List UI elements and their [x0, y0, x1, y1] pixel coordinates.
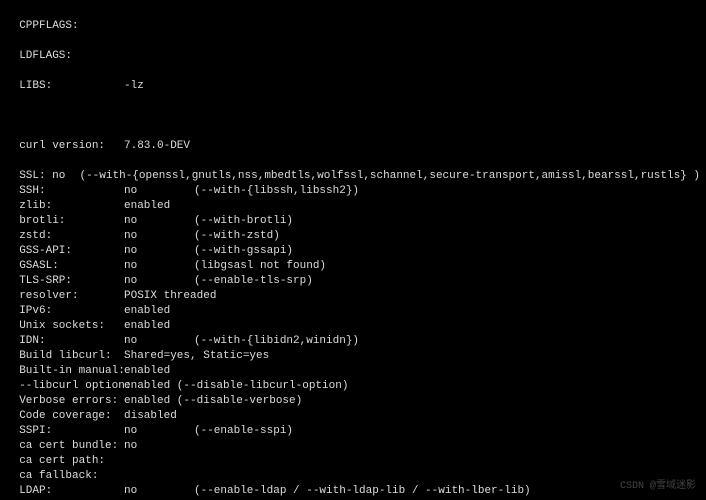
config-row: brotli:no(--with-brotli) — [6, 214, 700, 229]
config-row: SSH:no(--with-{libssh,libssh2}) — [6, 184, 700, 199]
blank-line — [6, 109, 700, 124]
hint: (--enable-sspi) — [194, 424, 293, 439]
label: SSH: — [6, 184, 124, 199]
label: --libcurl option: — [6, 379, 124, 394]
config-row: LDAP:no(--enable-ldap / --with-ldap-lib … — [6, 484, 700, 499]
hint: (--with-{libssh,libssh2}) — [194, 184, 359, 199]
line-ldflags: LDFLAGS: — [6, 49, 700, 64]
label: zstd: — [6, 229, 124, 244]
value: no — [52, 169, 79, 184]
label: TLS-SRP: — [6, 274, 124, 289]
value: no — [124, 229, 194, 244]
hint: (--enable-ldap / --with-ldap-lib / --wit… — [194, 484, 531, 499]
value — [124, 454, 194, 469]
label: brotli: — [6, 214, 124, 229]
config-row: SSL:no(--with-{openssl,gnutls,nss,mbedtl… — [6, 169, 700, 184]
label: curl version: — [6, 139, 124, 154]
value: -lz — [124, 79, 144, 94]
label: Build libcurl: — [6, 349, 124, 364]
label: Built-in manual: — [6, 364, 124, 379]
config-row: GSS-API:no(--with-gssapi) — [6, 244, 700, 259]
terminal-output: CPPFLAGS: LDFLAGS: LIBS:-lz curl version… — [0, 0, 706, 500]
label: SSPI: — [6, 424, 124, 439]
value: no — [124, 214, 194, 229]
label: SSL: — [6, 169, 52, 184]
label: ca cert path: — [6, 454, 124, 469]
value: enabled (--disable-verbose) — [124, 394, 302, 409]
line-cppflags: CPPFLAGS: — [6, 19, 700, 34]
label: IPv6: — [6, 304, 124, 319]
value: no — [124, 259, 194, 274]
label: IDN: — [6, 334, 124, 349]
hint: (--with-{libidn2,winidn}) — [194, 334, 359, 349]
config-row: resolver:POSIX threaded — [6, 289, 700, 304]
value: no — [124, 334, 194, 349]
value: enabled (--disable-libcurl-option) — [124, 379, 348, 394]
value: enabled — [124, 199, 194, 214]
label: Code coverage: — [6, 409, 124, 424]
hint: (--with-{openssl,gnutls,nss,mbedtls,wolf… — [79, 169, 700, 184]
value: enabled — [124, 304, 194, 319]
value: no — [124, 439, 194, 454]
value: no — [124, 244, 194, 259]
config-row: ca cert path: — [6, 454, 700, 469]
label: resolver: — [6, 289, 124, 304]
config-row: IDN:no(--with-{libidn2,winidn}) — [6, 334, 700, 349]
value: 7.83.0-DEV — [124, 139, 190, 154]
hint: (libgsasl not found) — [194, 259, 326, 274]
config-row: Verbose errors:enabled (--disable-verbos… — [6, 394, 700, 409]
value: no — [124, 184, 194, 199]
value: disabled — [124, 409, 194, 424]
value — [124, 469, 194, 484]
config-row: --libcurl option:enabled (--disable-libc… — [6, 379, 700, 394]
hint: (--with-gssapi) — [194, 244, 293, 259]
config-row: zlib:enabled — [6, 199, 700, 214]
label: LDAP: — [6, 484, 124, 499]
config-row: Code coverage:disabled — [6, 409, 700, 424]
config-row: IPv6:enabled — [6, 304, 700, 319]
config-row: Built-in manual:enabled — [6, 364, 700, 379]
config-row: GSASL:no(libgsasl not found) — [6, 259, 700, 274]
watermark: CSDN @雪域迷影 — [620, 479, 696, 494]
label: zlib: — [6, 199, 124, 214]
config-row: TLS-SRP:no(--enable-tls-srp) — [6, 274, 700, 289]
config-row: Build libcurl:Shared=yes, Static=yes — [6, 349, 700, 364]
label: ca cert bundle: — [6, 439, 124, 454]
line-libs: LIBS:-lz — [6, 79, 700, 94]
label: GSASL: — [6, 259, 124, 274]
value: enabled — [124, 319, 194, 334]
label: ca fallback: — [6, 469, 124, 484]
label: Verbose errors: — [6, 394, 124, 409]
config-row: ca cert bundle:no — [6, 439, 700, 454]
value: Shared=yes, Static=yes — [124, 349, 269, 364]
config-row: ca fallback: — [6, 469, 700, 484]
hint: (--with-brotli) — [194, 214, 293, 229]
config-row: SSPI:no(--enable-sspi) — [6, 424, 700, 439]
value: no — [124, 274, 194, 289]
value: enabled — [124, 364, 194, 379]
config-row: zstd:no(--with-zstd) — [6, 229, 700, 244]
config-row: Unix sockets:enabled — [6, 319, 700, 334]
value: no — [124, 424, 194, 439]
label: LIBS: — [6, 79, 124, 94]
line-curl-version: curl version:7.83.0-DEV — [6, 139, 700, 154]
value: no — [124, 484, 194, 499]
hint: (--with-zstd) — [194, 229, 280, 244]
label: Unix sockets: — [6, 319, 124, 334]
value: POSIX threaded — [124, 289, 216, 304]
hint: (--enable-tls-srp) — [194, 274, 313, 289]
label: GSS-API: — [6, 244, 124, 259]
